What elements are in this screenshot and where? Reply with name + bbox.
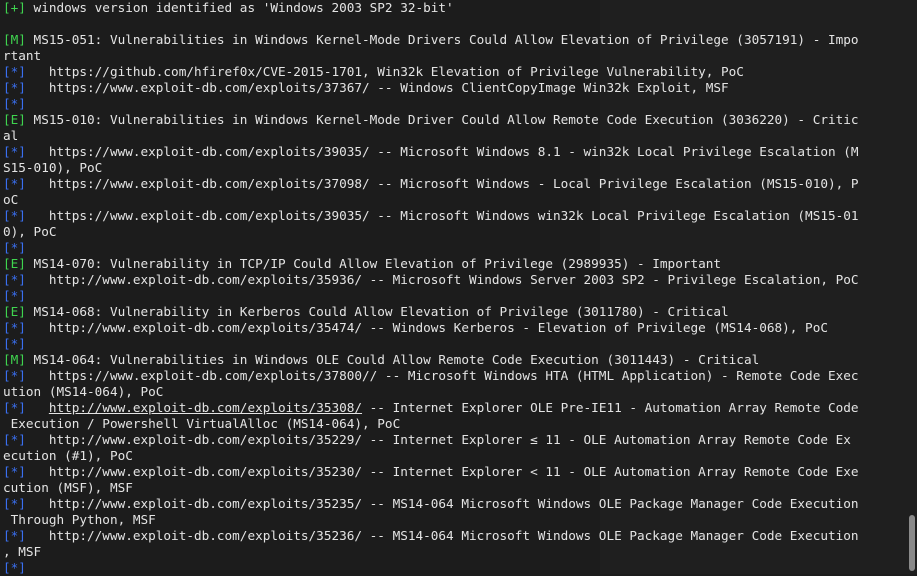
line-text: Execution / Powershell VirtualAlloc (MS1… bbox=[3, 416, 401, 431]
terminal-line: S15-010), PoC bbox=[3, 160, 905, 176]
terminal-line: [*] https://www.exploit-db.com/exploits/… bbox=[3, 144, 905, 160]
terminal-line: [*] bbox=[3, 96, 905, 112]
line-text: http://www.exploit-db.com/exploits/35236… bbox=[25, 528, 859, 543]
terminal-line: ecution (#1), PoC bbox=[3, 448, 905, 464]
terminal-line: al bbox=[3, 128, 905, 144]
line-text: http://www.exploit-db.com/exploits/35474… bbox=[25, 320, 828, 335]
line-text: windows version identified as 'Windows 2… bbox=[25, 0, 454, 15]
terminal-line: [*] bbox=[3, 240, 905, 256]
line-text: http://www.exploit-db.com/exploits/35308… bbox=[48, 400, 859, 415]
exploit-link[interactable]: http://www.exploit-db.com/exploits/35308… bbox=[49, 400, 362, 415]
terminal-line: Execution / Powershell VirtualAlloc (MS1… bbox=[3, 416, 905, 432]
line-text: oC bbox=[3, 192, 19, 207]
terminal-line: [*] https://www.exploit-db.com/exploits/… bbox=[3, 176, 905, 192]
line-text: http://www.exploit-db.com/exploits/35936… bbox=[25, 272, 859, 287]
terminal-line: [*] https://www.exploit-db.com/exploits/… bbox=[3, 368, 905, 384]
line-tag: [*] bbox=[3, 288, 26, 303]
terminal-line: , MSF bbox=[3, 544, 905, 560]
line-tag: [*] bbox=[3, 176, 26, 191]
line-text: https://www.exploit-db.com/exploits/3903… bbox=[25, 208, 859, 223]
line-text: MS14-064: Vulnerabilities in Windows OLE… bbox=[25, 352, 760, 367]
line-tag: [M] bbox=[3, 352, 26, 367]
terminal-line: [*] http://www.exploit-db.com/exploits/3… bbox=[3, 432, 905, 448]
terminal-line: [+] windows version identified as 'Windo… bbox=[3, 0, 905, 16]
terminal-line: [*] http://www.exploit-db.com/exploits/3… bbox=[3, 272, 905, 288]
line-tag: [*] bbox=[3, 432, 26, 447]
terminal-line: [*] https://www.exploit-db.com/exploits/… bbox=[3, 208, 905, 224]
terminal-line: [*] bbox=[3, 336, 905, 352]
line-text: https://www.exploit-db.com/exploits/3709… bbox=[25, 176, 859, 191]
line-tag: [*] bbox=[3, 208, 26, 223]
terminal-line: [*] https://www.exploit-db.com/exploits/… bbox=[3, 80, 905, 96]
line-text: 0), PoC bbox=[3, 224, 57, 239]
line-text: MS15-010: Vulnerabilities in Windows Ker… bbox=[25, 112, 859, 127]
line-text: cution (MSF), MSF bbox=[3, 480, 133, 495]
line-text: http://www.exploit-db.com/exploits/35230… bbox=[25, 464, 859, 479]
line-tag: [*] bbox=[3, 96, 26, 111]
line-text: al bbox=[3, 128, 19, 143]
terminal-line: [*] bbox=[3, 288, 905, 304]
terminal-line: 0), PoC bbox=[3, 224, 905, 240]
line-text: https://www.exploit-db.com/exploits/3736… bbox=[25, 80, 729, 95]
line-text: rtant bbox=[3, 48, 42, 63]
line-text: MS14-068: Vulnerability in Kerberos Coul… bbox=[25, 304, 729, 319]
line-text: MS15-051: Vulnerabilities in Windows Ker… bbox=[25, 32, 859, 47]
line-text: ution (MS14-064), PoC bbox=[3, 384, 164, 399]
line-tag: [E] bbox=[3, 304, 26, 319]
terminal-line: [*] http://www.exploit-db.com/exploits/3… bbox=[3, 528, 905, 544]
terminal-scrollbar[interactable] bbox=[909, 515, 915, 571]
terminal-line: [M] MS14-064: Vulnerabilities in Windows… bbox=[3, 352, 905, 368]
terminal-line: [*] http://www.exploit-db.com/exploits/3… bbox=[3, 464, 905, 480]
line-text: MS14-070: Vulnerability in TCP/IP Could … bbox=[25, 256, 722, 271]
terminal-line: [*] https://github.com/hfiref0x/CVE-2015… bbox=[3, 64, 905, 80]
line-tag: [+] bbox=[3, 0, 26, 15]
terminal-line: Through Python, MSF bbox=[3, 512, 905, 528]
terminal-line: rtant bbox=[3, 48, 905, 64]
terminal-line: [E] MS15-010: Vulnerabilities in Windows… bbox=[3, 112, 905, 128]
terminal-line: [*] http://www.exploit-db.com/exploits/3… bbox=[3, 496, 905, 512]
line-text: https://www.exploit-db.com/exploits/3903… bbox=[25, 144, 859, 159]
line-tag: [M] bbox=[3, 32, 26, 47]
line-text: S15-010), PoC bbox=[3, 160, 103, 175]
line-tag: [*] bbox=[3, 240, 26, 255]
line-text: ecution (#1), PoC bbox=[3, 448, 133, 463]
line-tag: [*] bbox=[3, 496, 26, 511]
terminal-line: [*] http://www.exploit-db.com/exploits/3… bbox=[3, 320, 905, 336]
line-text: Through Python, MSF bbox=[3, 512, 156, 527]
terminal-line: [E] MS14-070: Vulnerability in TCP/IP Co… bbox=[3, 256, 905, 272]
terminal-line: cution (MSF), MSF bbox=[3, 480, 905, 496]
line-tag: [E] bbox=[3, 112, 26, 127]
line-text: , MSF bbox=[3, 544, 42, 559]
line-tag: [*] bbox=[3, 80, 26, 95]
line-tag: [*] bbox=[3, 144, 26, 159]
terminal-line: [*] http://www.exploit-db.com/exploits/3… bbox=[3, 400, 905, 416]
terminal-line: [M] MS15-051: Vulnerabilities in Windows… bbox=[3, 32, 905, 48]
terminal-window[interactable]: [+] windows version identified as 'Windo… bbox=[0, 0, 905, 575]
line-text: http://www.exploit-db.com/exploits/35229… bbox=[25, 432, 851, 447]
line-tag: [*] bbox=[3, 464, 26, 479]
line-tag: [*] bbox=[3, 368, 26, 383]
terminal-line: [E] MS14-068: Vulnerability in Kerberos … bbox=[3, 304, 905, 320]
terminal-line: oC bbox=[3, 192, 905, 208]
line-tag: [*] bbox=[3, 320, 26, 335]
line-text: https://github.com/hfiref0x/CVE-2015-170… bbox=[25, 64, 744, 79]
terminal-line: ution (MS14-064), PoC bbox=[3, 384, 905, 400]
line-tag: [E] bbox=[3, 256, 26, 271]
line-tag: [*] bbox=[3, 272, 26, 287]
line-tag: [*] bbox=[3, 528, 26, 543]
line-tag: [*] bbox=[3, 64, 26, 79]
line-tag: [*] bbox=[3, 336, 26, 351]
line-tag: [*] bbox=[3, 560, 26, 575]
line-text: https://www.exploit-db.com/exploits/3780… bbox=[25, 368, 859, 383]
line-tag: [*] bbox=[3, 400, 26, 415]
line-text: http://www.exploit-db.com/exploits/35235… bbox=[25, 496, 859, 511]
